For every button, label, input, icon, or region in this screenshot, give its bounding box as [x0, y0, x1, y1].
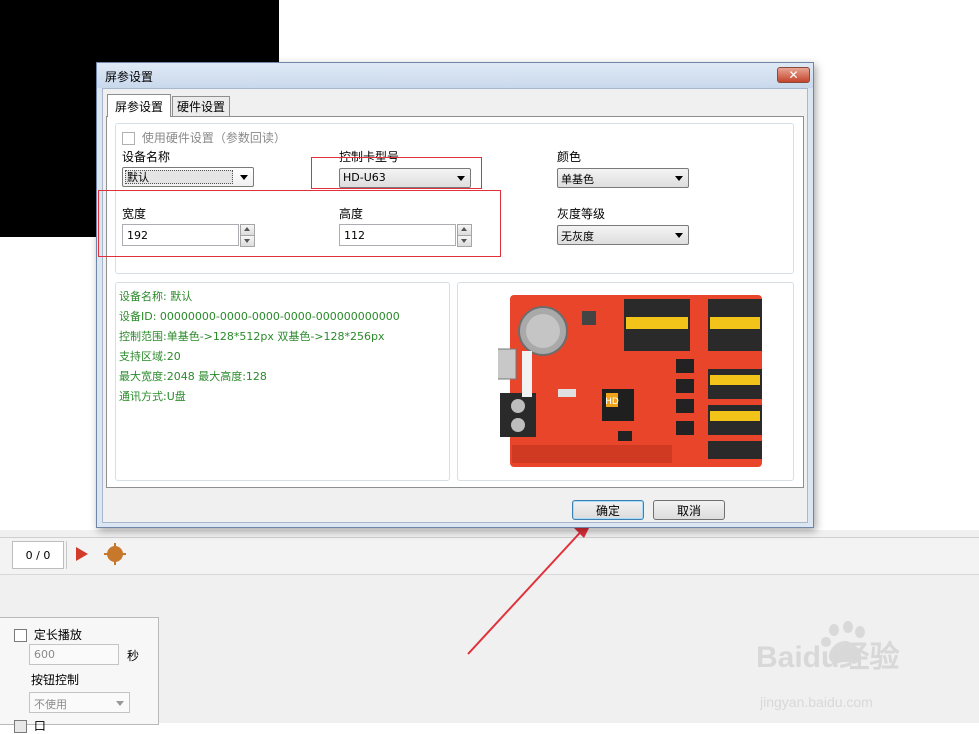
cancel-button[interactable]: 取消: [653, 500, 725, 520]
button-control-select[interactable]: 不使用: [29, 692, 130, 713]
read-hardware-checkbox[interactable]: [122, 132, 135, 145]
page-counter: 0 / 0: [12, 541, 64, 569]
ok-button[interactable]: 确定: [572, 500, 644, 520]
dialog-title: 屏参设置: [105, 70, 154, 84]
color-label: 颜色: [557, 150, 582, 164]
tab-screen-settings[interactable]: 屏参设置: [107, 94, 171, 117]
watermark-url: jingyan.baidu.com: [760, 694, 873, 710]
duration-input[interactable]: 600: [29, 644, 119, 665]
annotation-arrow: [467, 514, 596, 655]
tab-hardware-settings[interactable]: 硬件设置: [172, 96, 230, 116]
chevron-down-icon: [675, 233, 683, 238]
info-zones: 支持区域:20: [119, 350, 181, 363]
watermark-logo: Baidu经验: [756, 618, 966, 678]
read-hardware-label: 使用硬件设置（参数回读）: [141, 131, 286, 145]
device-name-select[interactable]: 默认: [122, 167, 254, 187]
info-control-range: 控制范围:单基色->128*512px 双基色->128*256px: [119, 330, 385, 343]
button-control-label: 按钮控制: [31, 673, 80, 687]
board-image-group: HD: [457, 282, 794, 481]
chevron-down-icon: [240, 175, 248, 180]
close-icon: ✕: [788, 68, 799, 82]
fixed-length-label: 定长播放: [33, 628, 82, 642]
play-settings-panel: 定长播放 600 秒 按钮控制 不使用 口: [0, 617, 159, 733]
fixed-length-row[interactable]: 定长播放: [14, 626, 82, 643]
annotation-size-box: [98, 190, 501, 257]
dialog-titlebar[interactable]: 屏参设置 ✕: [97, 63, 813, 88]
cut-row[interactable]: 口: [14, 717, 46, 734]
gray-level-value: 无灰度: [561, 230, 594, 243]
color-value: 单基色: [561, 173, 594, 186]
device-info-group: 设备名称: 默认 设备ID: 00000000-0000-0000-0000-0…: [115, 282, 450, 481]
board-chip-label: HD: [605, 397, 619, 407]
play-icon[interactable]: [76, 547, 88, 561]
toolbar-divider: [66, 541, 67, 569]
gray-level-label: 灰度等级: [557, 207, 606, 221]
watermark-brand: Baidu经验: [756, 641, 900, 674]
seconds-unit-label: 秒: [127, 649, 140, 663]
info-max-size: 最大宽度:2048 最大高度:128: [119, 370, 267, 383]
controller-board-image: HD: [498, 295, 762, 467]
device-name-label: 设备名称: [122, 150, 171, 164]
dialog-client: 屏参设置 硬件设置 使用硬件设置（参数回读） 设备名称 默认 控制卡型号 HD-…: [102, 88, 808, 523]
screen-settings-dialog: 屏参设置 ✕ 屏参设置 硬件设置 使用硬件设置（参数回读） 设备名称 默认 控制…: [96, 62, 814, 528]
cut-label: 口: [33, 719, 46, 733]
annotation-card-model-box: [311, 157, 482, 189]
chevron-down-icon: [116, 701, 124, 706]
device-name-value: 默认: [125, 170, 233, 184]
brightness-icon[interactable]: [104, 543, 126, 565]
close-button[interactable]: ✕: [777, 67, 810, 83]
chevron-down-icon: [675, 176, 683, 181]
fixed-length-checkbox[interactable]: [14, 629, 27, 642]
color-select[interactable]: 单基色: [557, 168, 689, 188]
read-hardware-row[interactable]: 使用硬件设置（参数回读）: [122, 129, 286, 146]
info-comm-method: 通讯方式:U盘: [119, 390, 186, 403]
button-control-value: 不使用: [34, 698, 67, 711]
gray-level-select[interactable]: 无灰度: [557, 225, 689, 245]
info-device-id: 设备ID: 00000000-0000-0000-0000-0000000000…: [119, 310, 400, 323]
cut-checkbox[interactable]: [14, 720, 27, 733]
info-device-name: 设备名称: 默认: [119, 290, 193, 303]
